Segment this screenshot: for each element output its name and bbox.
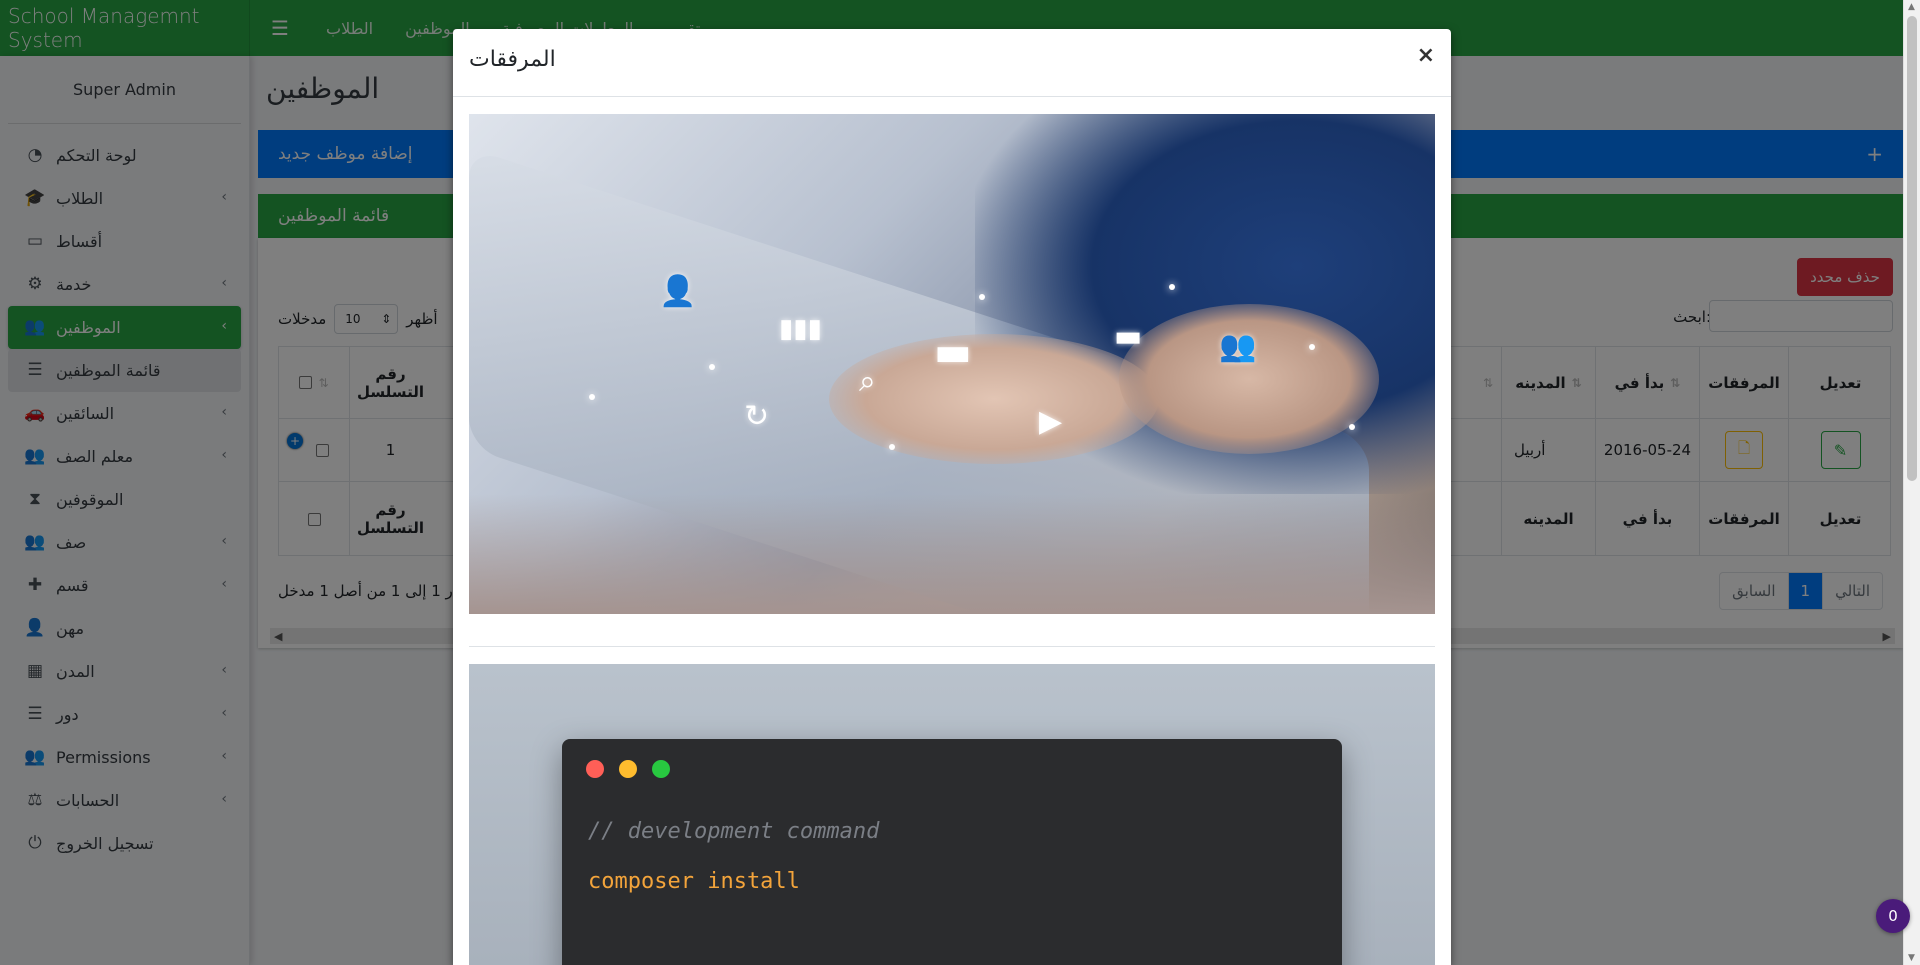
- play-icon: ▶: [1039, 404, 1063, 439]
- desk-shape: [469, 494, 1435, 614]
- attachment-image-laptop: 👤 ▮▮▮ ⌕ ▬ ▬ 👥 ▶ ↻: [469, 114, 1435, 614]
- attachments-modal: المرفقات × 👤 ▮▮▮ ⌕ ▬ ▬ 👥 ▶ ↻ // developm…: [453, 29, 1451, 965]
- code-comment: // development command: [588, 819, 880, 844]
- sparkle: [709, 364, 715, 370]
- hand-shape: [1119, 304, 1379, 454]
- sparkle: [889, 444, 895, 450]
- chat-bubble-icon: ▬: [1114, 319, 1143, 354]
- sparkle: [1169, 284, 1175, 290]
- scrollbar-thumb[interactable]: [1907, 16, 1917, 481]
- user-icon: 👤: [659, 274, 697, 309]
- page-vertical-scrollbar[interactable]: ▲ ▼: [1903, 0, 1920, 965]
- sparkle: [979, 294, 985, 300]
- close-icon[interactable]: ×: [1417, 43, 1435, 68]
- hand-shape: [829, 334, 1159, 464]
- attachment-image-terminal: // development command composer install: [469, 664, 1435, 965]
- minimize-dot: [619, 760, 637, 778]
- search-icon: ⌕: [859, 364, 876, 399]
- notification-badge[interactable]: 0: [1876, 899, 1910, 933]
- attachment-divider: [469, 646, 1435, 647]
- code-command: composer install: [588, 869, 800, 894]
- sparkle: [1349, 424, 1355, 430]
- refresh-icon: ↻: [744, 399, 770, 434]
- maximize-dot: [652, 760, 670, 778]
- terminal-window: // development command composer install: [562, 739, 1342, 965]
- close-dot: [586, 760, 604, 778]
- modal-header: المرفقات ×: [453, 29, 1451, 97]
- bar-chart-icon: ▮▮▮: [779, 314, 822, 344]
- scroll-up-icon[interactable]: ▲: [1908, 2, 1915, 12]
- sparkle: [1309, 344, 1315, 350]
- group-icon: 👥: [1219, 329, 1257, 364]
- scroll-down-icon[interactable]: ▼: [1908, 953, 1915, 963]
- chat-bubble-icon: ▬: [934, 329, 972, 375]
- sparkle: [589, 394, 595, 400]
- modal-title: المرفقات: [469, 47, 556, 72]
